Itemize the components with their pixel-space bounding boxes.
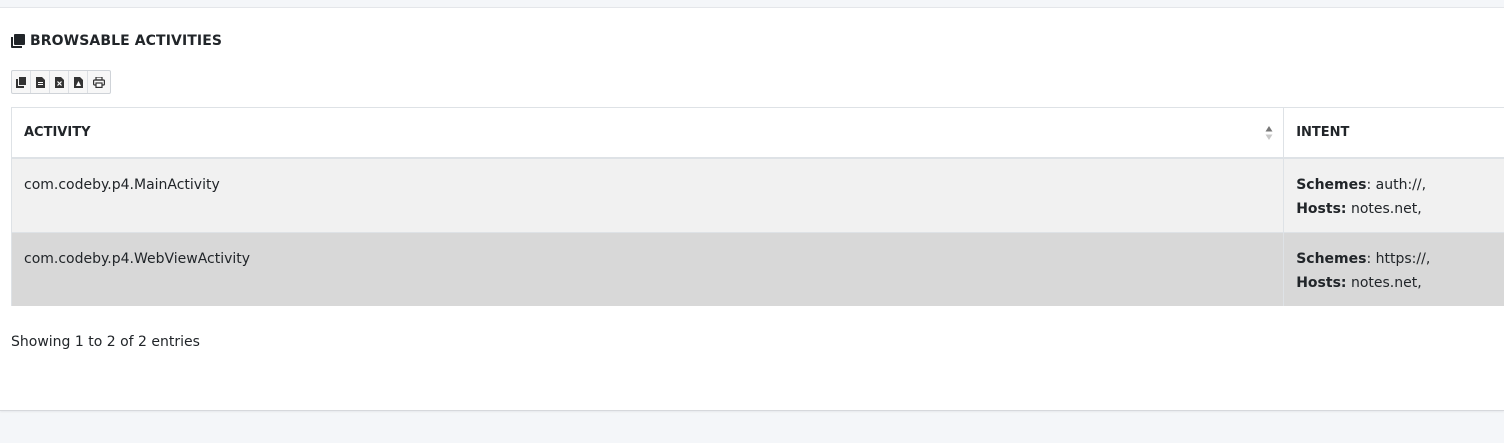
column-label: ACTIVITY bbox=[24, 125, 91, 140]
copy-button[interactable] bbox=[12, 71, 31, 93]
table-info: Showing 1 to 2 of 2 entries bbox=[11, 334, 200, 350]
intent-cell: Schemes: auth://, Hosts: notes.net, bbox=[1283, 158, 1504, 233]
hosts-value: notes.net, bbox=[1346, 201, 1422, 217]
hosts-label: Hosts: bbox=[1296, 275, 1347, 291]
column-header-intent[interactable]: INTENT bbox=[1283, 107, 1504, 159]
column-header-activity[interactable]: ACTIVITY bbox=[10, 107, 1284, 159]
copy-icon bbox=[16, 73, 26, 92]
print-icon bbox=[93, 73, 106, 92]
schemes-label: Schemes bbox=[1296, 251, 1367, 267]
hosts-line: Hosts: notes.net, bbox=[1296, 197, 1492, 221]
file-pdf-icon bbox=[73, 73, 83, 92]
schemes-label: Schemes bbox=[1296, 177, 1367, 193]
csv-button[interactable] bbox=[31, 71, 50, 93]
export-button-group bbox=[11, 70, 111, 94]
schemes-line: Schemes: https://, bbox=[1296, 247, 1492, 271]
table-row: com.codeby.p4.WebViewActivity Schemes: h… bbox=[10, 232, 1504, 306]
schemes-value: : https://, bbox=[1366, 251, 1431, 267]
section-title: BROWSABLE ACTIVITIES bbox=[30, 33, 223, 49]
browsable-activities-card: BROWSABLE ACTIVITIES ACTIVITY INTENT com… bbox=[0, 7, 1504, 411]
schemes-value: : auth://, bbox=[1366, 177, 1427, 193]
activities-table: ACTIVITY INTENT com.codeby.p4.MainActivi… bbox=[10, 107, 1504, 306]
table-row: com.codeby.p4.MainActivity Schemes: auth… bbox=[10, 158, 1504, 233]
file-excel-icon bbox=[54, 73, 64, 92]
card-title: BROWSABLE ACTIVITIES bbox=[10, 32, 222, 50]
activity-name: com.codeby.p4.MainActivity bbox=[24, 177, 220, 193]
copy-icon bbox=[10, 33, 26, 49]
pdf-button[interactable] bbox=[69, 71, 88, 93]
activity-cell: com.codeby.p4.MainActivity bbox=[10, 158, 1284, 233]
sort-icon bbox=[1265, 125, 1273, 141]
print-button[interactable] bbox=[88, 71, 110, 93]
activity-name: com.codeby.p4.WebViewActivity bbox=[24, 251, 251, 267]
column-label: INTENT bbox=[1296, 125, 1350, 140]
hosts-line: Hosts: notes.net, bbox=[1296, 271, 1492, 295]
schemes-line: Schemes: auth://, bbox=[1296, 173, 1492, 197]
file-csv-icon bbox=[35, 73, 45, 92]
table-header-row: ACTIVITY INTENT bbox=[10, 107, 1504, 159]
intent-cell: Schemes: https://, Hosts: notes.net, bbox=[1283, 232, 1504, 306]
activity-cell: com.codeby.p4.WebViewActivity bbox=[10, 232, 1284, 306]
hosts-label: Hosts: bbox=[1296, 201, 1347, 217]
hosts-value: notes.net, bbox=[1346, 275, 1422, 291]
excel-button[interactable] bbox=[50, 71, 69, 93]
